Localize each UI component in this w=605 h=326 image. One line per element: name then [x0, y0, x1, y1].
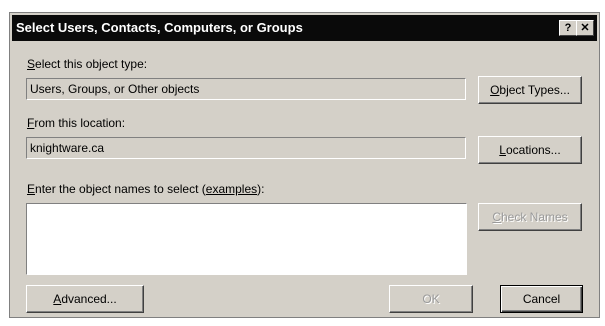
check-names-mnemonic: C	[492, 210, 501, 224]
check-names-button[interactable]: Check Names	[478, 203, 582, 231]
object-type-label: Select this object type:	[27, 57, 147, 71]
object-types-button[interactable]: Object Types...	[478, 76, 582, 104]
locations-mnemonic: L	[499, 143, 506, 157]
object-type-field: Users, Groups, or Other objects	[26, 78, 466, 100]
object-type-label-mnemonic: S	[27, 57, 36, 71]
object-names-label-end: ):	[257, 182, 265, 196]
object-types-label: bject Types...	[499, 83, 570, 97]
object-names-label-text: nter the object names to select (	[35, 182, 206, 196]
title-bar[interactable]: Select Users, Contacts, Computers, or Gr…	[12, 15, 597, 41]
object-type-value: Users, Groups, or Other objects	[30, 82, 200, 96]
help-icon[interactable]: ?	[559, 20, 577, 36]
object-names-label-mnemonic: E	[27, 182, 36, 196]
dialog-title: Select Users, Contacts, Computers, or Gr…	[16, 20, 303, 35]
advanced-label: dvanced...	[61, 292, 117, 306]
object-names-label: Enter the object names to select (exampl…	[27, 182, 264, 196]
location-field: knightware.ca	[26, 137, 466, 159]
ok-button[interactable]: OK	[389, 285, 473, 313]
close-icon[interactable]: ✕	[576, 20, 594, 36]
examples-link[interactable]: examples	[206, 182, 257, 196]
cancel-button[interactable]: Cancel	[500, 285, 583, 313]
object-names-input[interactable]	[26, 203, 467, 275]
location-label: From this location:	[27, 116, 125, 130]
locations-label: ocations...	[505, 143, 561, 157]
check-names-label: heck Names	[500, 210, 568, 224]
select-users-dialog: Select Users, Contacts, Computers, or Gr…	[9, 12, 600, 318]
object-type-label-text: elect this object type:	[35, 57, 148, 71]
advanced-button[interactable]: Advanced...	[26, 285, 144, 313]
location-value: knightware.ca	[30, 141, 105, 155]
locations-button[interactable]: Locations...	[478, 136, 582, 164]
location-label-text: rom this location:	[34, 116, 126, 130]
